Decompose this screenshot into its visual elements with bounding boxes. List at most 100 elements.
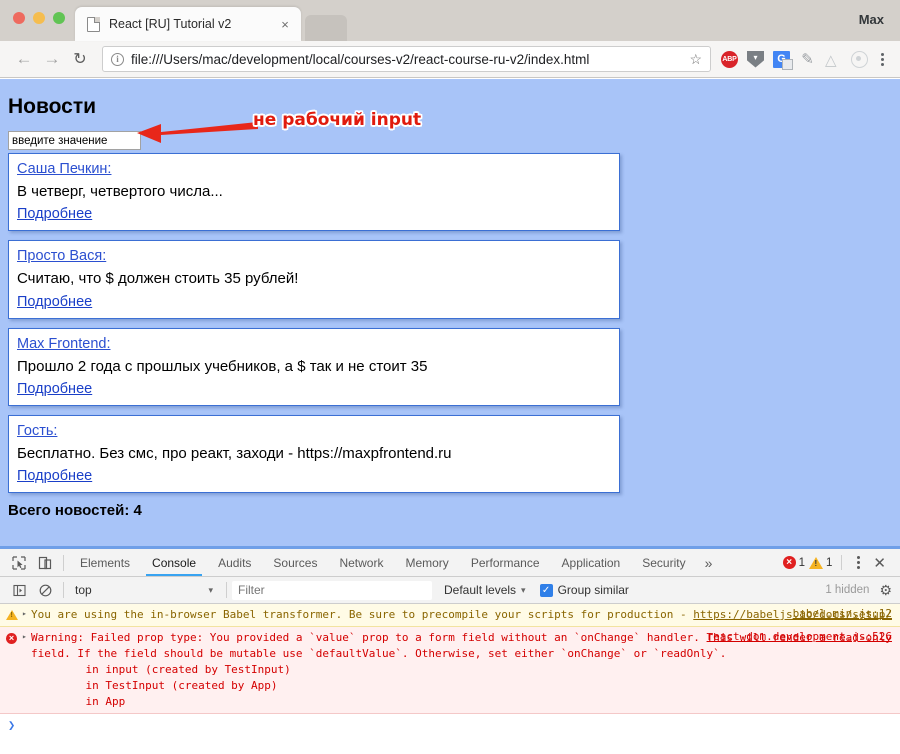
devtools-panel: Elements Console Audits Sources Network … [0,546,900,754]
devtools-menu-icon[interactable] [851,556,865,569]
news-author-link[interactable]: Просто Вася: [17,248,106,264]
execution-context-select[interactable]: top ▾ [69,583,221,597]
devtools-tab-list: Elements Console Audits Sources Network … [69,549,720,576]
annotation-arrow-icon [133,120,258,146]
document-icon [87,17,100,32]
expand-icon[interactable]: ▸ [22,607,31,623]
reload-icon[interactable]: ↻ [66,45,94,73]
grammarly-icon[interactable]: ✎ [799,51,816,68]
close-devtools-icon[interactable]: ✕ [869,554,890,572]
browser-window: React [RU] Tutorial v2 × Max ← → ↻ i fil… [0,0,900,754]
forward-icon[interactable]: → [38,45,66,73]
log-levels-select[interactable]: Default levels ▾ [444,583,526,597]
clear-console-icon[interactable] [32,578,58,602]
news-more-link[interactable]: Подробнее [17,468,92,484]
gear-icon[interactable]: ⚙ [875,582,894,599]
error-stack-trace: in input (created by TestInput) in TestI… [31,662,892,710]
tab-memory[interactable]: Memory [394,549,459,576]
bookmark-star-icon[interactable]: ☆ [689,51,702,68]
page-title: Новости [8,95,892,119]
inspect-element-icon[interactable] [6,551,32,575]
tab-security[interactable]: Security [631,549,696,576]
console-filter-input[interactable] [232,581,432,600]
news-more-link[interactable]: Подробнее [17,381,92,397]
news-list: Саша Печкин: В четверг, четвертого числа… [8,153,892,493]
warning-count: 1 [826,557,832,569]
message-source-link[interactable]: react-dom.development.js:526 [707,630,892,643]
device-toolbar-icon[interactable] [32,551,58,575]
browser-toolbar: ← → ↻ i file:///Users/mac/development/lo… [0,41,900,78]
expand-icon[interactable]: ▸ [22,630,31,710]
minimize-window-button[interactable] [33,12,45,24]
console-filter-bar: top ▾ Default levels ▾ ✓ Group similar 1… [0,577,900,604]
news-card: Max Frontend: Прошло 2 года с прошлых уч… [8,328,620,406]
tab-sources[interactable]: Sources [262,549,328,576]
chevron-down-icon: ▾ [208,585,221,596]
tab-console[interactable]: Console [141,549,207,576]
news-text: Считаю, что $ должен стоить 35 рублей! [17,269,611,289]
console-prompt[interactable]: ❯ [0,714,900,732]
news-card: Гость: Бесплатно. Без смс, про реакт, за… [8,415,620,493]
news-total-count: Всего новостей: 4 [8,502,892,519]
new-tab-button[interactable] [305,15,347,41]
message-source-link[interactable]: babel.min.js:12 [793,607,892,620]
profile-name[interactable]: Max [859,12,884,27]
divider [63,555,64,571]
extension-icons: ABP ▾ G ✎ △ [721,51,868,68]
console-sidebar-icon[interactable] [6,578,32,602]
console-message-text: You are using the in-browser Babel trans… [31,607,900,623]
recorder-icon[interactable] [851,51,868,68]
hidden-messages-count: 1 hidden [825,584,875,596]
log-levels-value: Default levels [444,583,516,597]
google-drive-icon[interactable]: △ [825,51,842,68]
console-error-message[interactable]: × ▸ Warning: Failed prop type: You provi… [0,627,900,714]
more-tabs-icon[interactable]: » [697,555,721,571]
tab-performance[interactable]: Performance [460,549,551,576]
news-author-link[interactable]: Max Frontend: [17,336,111,352]
error-icon: × [783,556,796,569]
adblock-plus-icon[interactable]: ABP [721,51,738,68]
divider [226,582,227,598]
news-text: Прошло 2 года с прошлых учебников, а $ т… [17,357,611,377]
divider [63,582,64,598]
execution-context-value: top [75,583,92,597]
browser-tab[interactable]: React [RU] Tutorial v2 × [75,7,301,41]
news-more-link[interactable]: Подробнее [17,294,92,310]
news-text: В четверг, четвертого числа... [17,182,611,202]
maximize-window-button[interactable] [53,12,65,24]
url-text: file:///Users/mac/development/local/cour… [131,52,683,67]
error-count: 1 [799,557,805,569]
warning-icon [6,607,22,623]
news-card: Просто Вася: Считаю, что $ должен стоить… [8,240,620,318]
news-card: Саша Печкин: В четверг, четвертого числа… [8,153,620,231]
warning-body: You are using the in-browser Babel trans… [31,608,693,621]
error-count-badge[interactable]: × 1 [783,556,805,569]
tab-strip: React [RU] Tutorial v2 × Max [0,0,900,41]
group-similar-toggle[interactable]: ✓ Group similar [540,583,629,597]
tab-audits[interactable]: Audits [207,549,262,576]
shield-extension-icon[interactable]: ▾ [747,51,764,68]
console-warning-message[interactable]: ▸ You are using the in-browser Babel tra… [0,604,900,627]
tab-network[interactable]: Network [328,549,394,576]
news-value-input[interactable] [8,131,141,150]
devtools-status: × 1 1 ✕ [783,554,894,572]
news-author-link[interactable]: Саша Печкин: [17,161,111,177]
tab-elements[interactable]: Elements [69,549,141,576]
kebab-menu-icon[interactable] [874,53,890,66]
devtools-tabbar: Elements Console Audits Sources Network … [0,549,900,577]
page-viewport: Новости Саша Печкин: В четверг, четверто… [0,79,900,546]
address-bar[interactable]: i file:///Users/mac/development/local/co… [102,46,711,72]
google-translate-icon[interactable]: G [773,51,790,68]
news-more-link[interactable]: Подробнее [17,206,92,222]
close-window-button[interactable] [13,12,25,24]
page-info-icon[interactable]: i [111,53,124,66]
annotation-label: не рабочий input [253,110,421,130]
back-icon[interactable]: ← [10,45,38,73]
close-icon[interactable]: × [277,18,293,31]
tab-application[interactable]: Application [551,549,632,576]
warning-icon [809,557,823,569]
news-author-link[interactable]: Гость: [17,423,57,439]
divider [841,555,842,570]
warning-count-badge[interactable]: 1 [809,557,832,569]
group-similar-checkbox[interactable]: ✓ [540,584,553,597]
